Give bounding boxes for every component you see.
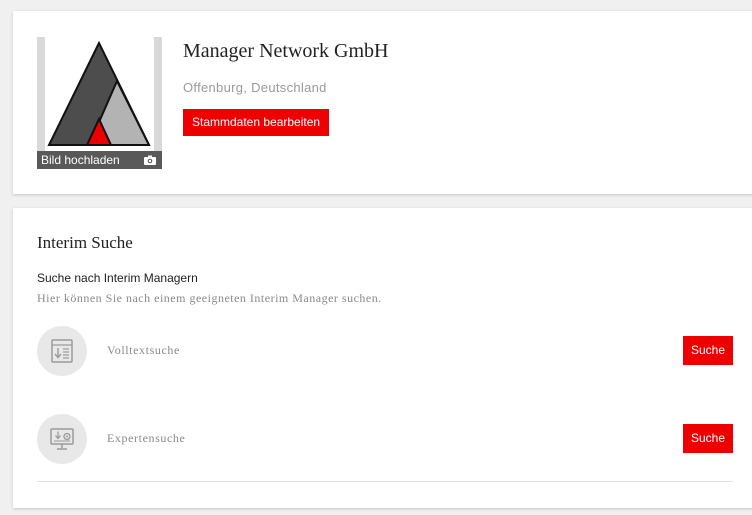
- company-location: Offenburg, Deutschland: [183, 80, 327, 95]
- section-title: Interim Suche: [37, 233, 133, 252]
- monitor-expert-icon: [37, 414, 87, 464]
- fulltext-search-row: Volltextsuche Suche: [37, 326, 733, 376]
- company-profile-card: Bild hochladen Manager Network GmbH Offe…: [13, 11, 752, 194]
- expert-search-label: Expertensuche: [107, 431, 186, 445]
- fulltext-search-button[interactable]: Suche: [682, 336, 733, 365]
- upload-image-label: Bild hochladen: [41, 153, 120, 167]
- expert-search-button[interactable]: Suche: [682, 424, 733, 453]
- section-description: Hier können Sie nach einem geeigneten In…: [37, 291, 382, 305]
- fulltext-search-label: Volltextsuche: [107, 343, 180, 357]
- upload-image-button[interactable]: Bild hochladen: [37, 151, 162, 169]
- divider: [37, 481, 733, 482]
- document-search-icon: [37, 326, 87, 376]
- interim-search-card: Interim Suche Suche nach Interim Manager…: [13, 208, 752, 508]
- triangle-logo-icon: [37, 37, 162, 169]
- section-subtitle: Suche nach Interim Managern: [37, 271, 198, 285]
- company-logo[interactable]: Bild hochladen: [37, 37, 162, 169]
- expert-search-row: Expertensuche Suche: [37, 414, 733, 464]
- camera-icon: [144, 155, 156, 165]
- company-name: Manager Network GmbH: [183, 40, 389, 62]
- edit-master-data-button[interactable]: Stammdaten bearbeiten: [183, 109, 330, 136]
